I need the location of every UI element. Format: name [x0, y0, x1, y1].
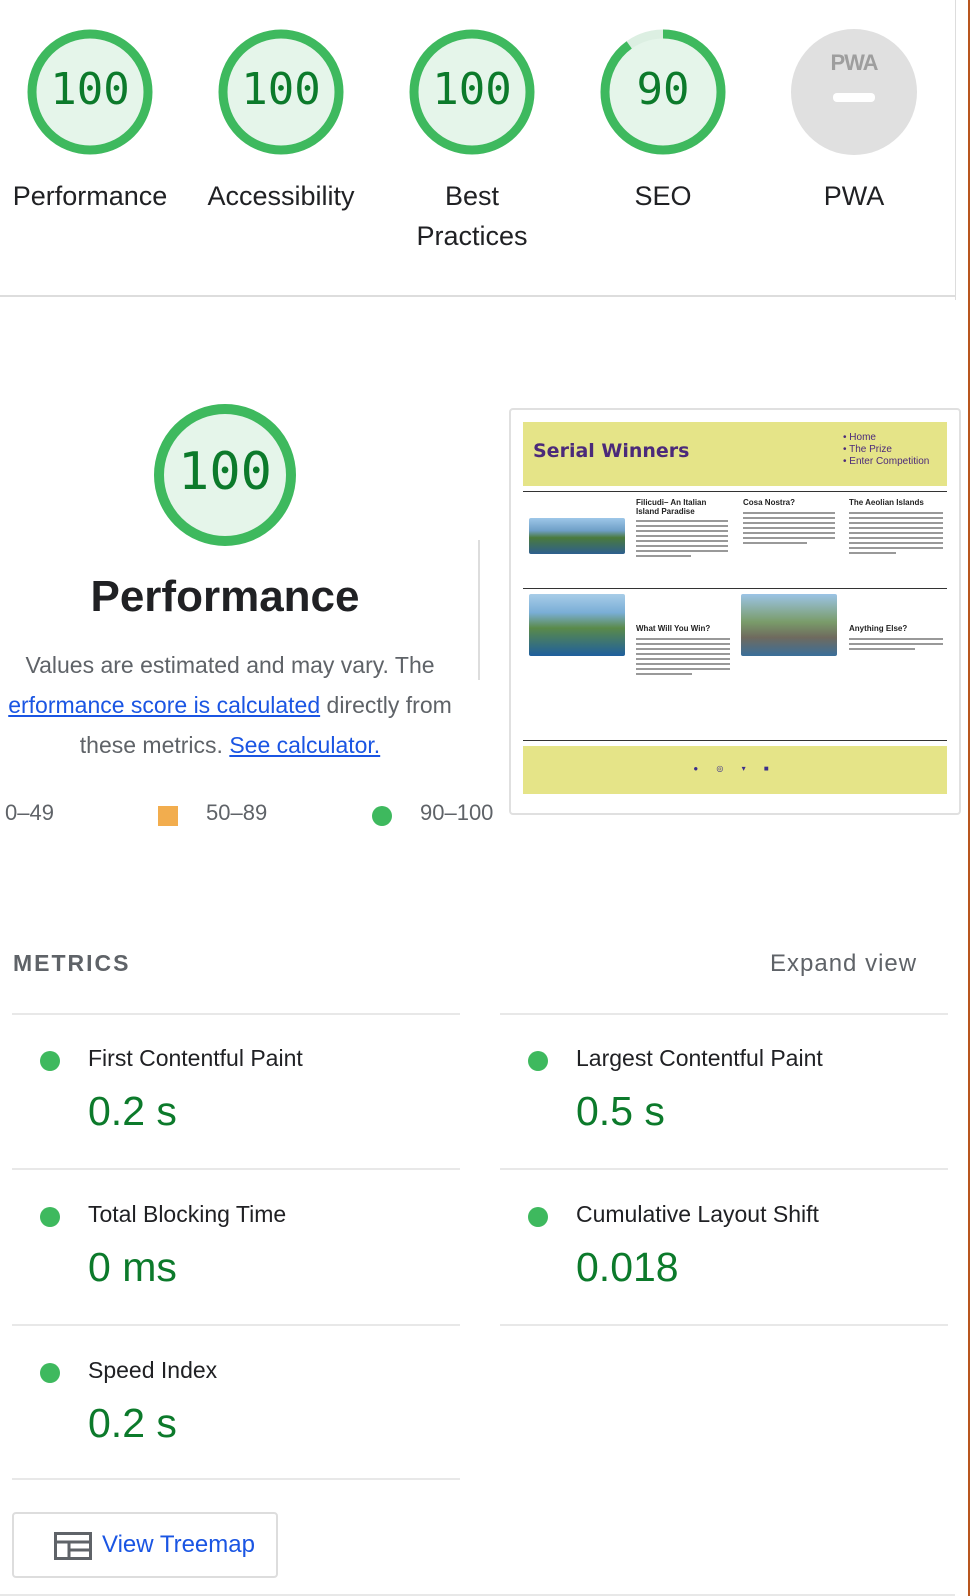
gauge-label: PWA — [823, 181, 885, 211]
performance-title: Performance — [90, 572, 360, 621]
screenshot-header: Serial Winners • Home • The Prize • Ente… — [523, 422, 947, 486]
pass-dot-icon — [372, 806, 392, 826]
divider — [0, 295, 955, 297]
performance-score-gauge: 100 — [152, 402, 298, 548]
performance-score: 100 — [178, 442, 272, 502]
gauge-label: Accessibility — [207, 181, 355, 211]
score-calculated-link[interactable]: erformance score is calculated — [8, 692, 320, 718]
gauge-best-practices[interactable]: 100 Best Practices — [377, 28, 567, 256]
gauge-score: 100 — [241, 64, 321, 115]
legend-average-label: 50–89 — [206, 800, 268, 825]
status-dot-icon — [528, 1207, 548, 1227]
gauge-score: 100 — [432, 64, 512, 115]
final-screenshot[interactable]: Serial Winners • Home • The Prize • Ente… — [509, 408, 961, 815]
divider — [955, 0, 956, 300]
status-dot-icon — [40, 1051, 60, 1071]
status-dot-icon — [40, 1363, 60, 1383]
metrics-heading: METRICS — [13, 950, 131, 976]
gauge-pwa[interactable]: PWA PWA — [759, 28, 949, 216]
average-square-icon — [158, 806, 178, 826]
screenshot-nav: • Home • The Prize • Enter Competition — [843, 432, 930, 467]
gauge-label: Best Practices — [416, 181, 528, 251]
view-treemap-button[interactable]: View Treemap — [12, 1512, 278, 1578]
beach-photo — [741, 594, 837, 656]
social-icons: ● ◎ ▾ ■ — [693, 764, 777, 773]
status-dot-icon — [528, 1051, 548, 1071]
window-edge — [968, 0, 970, 1596]
gauge-score: 100 — [50, 64, 130, 115]
screenshot-footer: ● ◎ ▾ ■ — [523, 746, 947, 794]
legend-pass-label: 90–100 — [420, 800, 494, 825]
sea-photo — [529, 594, 625, 656]
legend-fail-label: 0–49 — [5, 800, 54, 825]
gauge-label: Performance — [12, 181, 168, 211]
island-photo — [529, 518, 625, 554]
expand-view-button[interactable]: Expand view — [770, 950, 917, 978]
pwa-badge-icon: PWA — [790, 28, 918, 156]
status-dot-icon — [40, 1207, 60, 1227]
gauge-performance[interactable]: 100 Performance — [0, 28, 185, 216]
gauge-seo[interactable]: 90 SEO — [568, 28, 758, 216]
treemap-icon — [54, 1532, 92, 1560]
gauge-score: 90 — [636, 64, 690, 115]
gauge-accessibility[interactable]: 100 Accessibility — [186, 28, 376, 216]
divider — [478, 540, 480, 680]
performance-description: Values are estimated and may vary. The e… — [8, 652, 452, 758]
see-calculator-link[interactable]: See calculator. — [229, 732, 380, 758]
gauge-label: SEO — [634, 181, 692, 211]
